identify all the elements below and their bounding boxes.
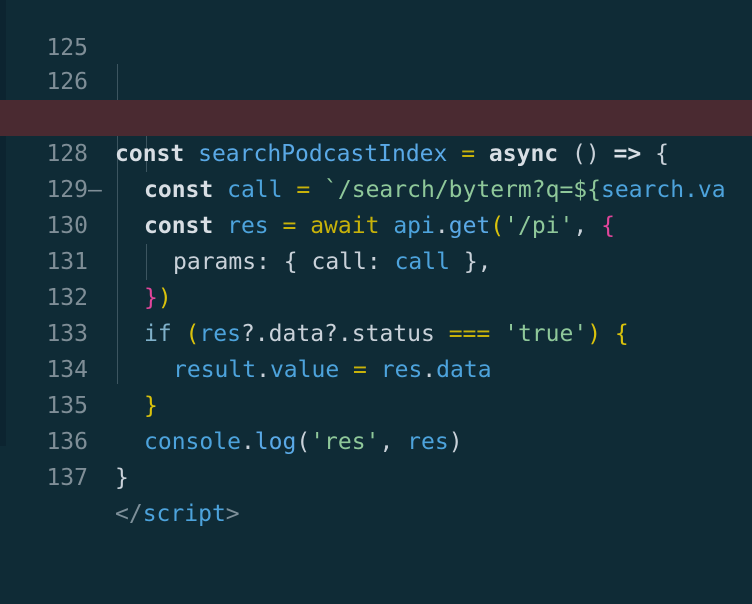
code-token: script bbox=[142, 501, 226, 527]
code-text: </script> bbox=[115, 496, 240, 532]
code-line[interactable]: 135 } bbox=[0, 352, 752, 491]
code-line-highlighted[interactable]: 128 — const res = await api.get('/pi', { bbox=[0, 100, 752, 239]
line-number: 137 bbox=[46, 465, 88, 491]
code-token: > bbox=[225, 501, 240, 527]
code-token: } bbox=[115, 465, 129, 491]
code-line[interactable]: 131 if (res?.data?.status === 'true') { bbox=[0, 208, 752, 347]
code-line[interactable]: 130 }) bbox=[0, 172, 752, 311]
code-line[interactable]: 129 params: { call: call }, bbox=[0, 136, 752, 275]
code-line[interactable]: 132 result.value = res.data bbox=[0, 244, 752, 383]
code-text: } bbox=[115, 460, 129, 496]
code-line[interactable]: 125 bbox=[0, 0, 752, 61]
code-line[interactable]: 133 } bbox=[0, 280, 752, 419]
code-line[interactable]: 126 const searchPodcastIndex = async () … bbox=[0, 28, 752, 167]
code-line[interactable]: 137 bbox=[0, 424, 752, 491]
code-line[interactable]: 134 console.log('res', res) bbox=[0, 316, 752, 455]
code-token: </ bbox=[115, 501, 143, 527]
code-editor[interactable]: 125 126 const searchPodcastIndex = async… bbox=[0, 0, 752, 527]
code-line[interactable]: 136 </script> bbox=[0, 388, 752, 527]
code-line[interactable]: 127 const call = `/search/byterm?q=${sea… bbox=[0, 64, 752, 203]
